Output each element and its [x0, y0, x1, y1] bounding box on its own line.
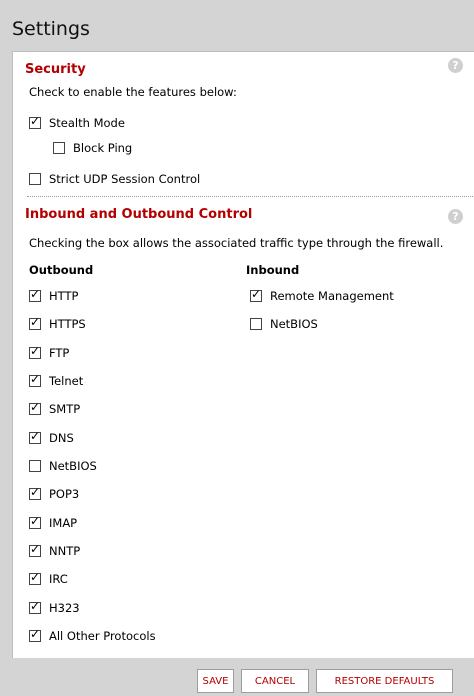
checkbox-box[interactable] — [29, 570, 41, 586]
checkbox-box[interactable] — [29, 599, 41, 614]
checkbox-box[interactable] — [29, 514, 41, 529]
page-title: Settings — [12, 18, 90, 40]
outbound-http-checkbox[interactable]: HTTP — [29, 287, 79, 303]
security-description: Check to enable the features below: — [29, 85, 237, 99]
checkbox-box[interactable] — [29, 287, 41, 302]
checkbox-label: Stealth Mode — [49, 116, 125, 130]
checkbox-label: Remote Management — [270, 289, 394, 303]
checkbox-label: Telnet — [49, 373, 84, 388]
outbound-all-other-protocols-checkbox[interactable]: All Other Protocols — [29, 627, 156, 643]
outbound-netbios-checkbox[interactable]: NetBIOS — [29, 459, 97, 473]
restore-defaults-button[interactable]: RESTORE DEFAULTS — [316, 669, 453, 693]
strict-udp-checkbox[interactable]: Strict UDP Session Control — [29, 172, 200, 186]
checkbox-label: NetBIOS — [49, 458, 97, 473]
outbound-h323-checkbox[interactable]: H323 — [29, 599, 80, 615]
checkbox-box[interactable] — [250, 287, 262, 302]
checkbox-label: H323 — [49, 600, 80, 615]
checkbox-label: IMAP — [49, 515, 78, 530]
security-section-title: Security — [25, 62, 86, 77]
checkbox-box[interactable] — [29, 344, 41, 359]
checkbox-box[interactable] — [29, 173, 41, 185]
save-button[interactable]: SAVE — [197, 669, 234, 693]
checkbox-box[interactable] — [29, 542, 41, 557]
checkbox-label: IRC — [49, 572, 68, 587]
checkbox-box[interactable] — [29, 459, 41, 472]
checkbox-box[interactable] — [29, 429, 41, 444]
checkbox-label: Strict UDP Session Control — [49, 172, 201, 186]
outbound-dns-checkbox[interactable]: DNS — [29, 429, 74, 445]
checkbox-box[interactable] — [250, 318, 262, 330]
outbound-irc-checkbox[interactable]: IRC — [29, 570, 68, 587]
checkbox-label: HTTP — [49, 289, 79, 303]
inbound-netbios-checkbox[interactable]: NetBIOS — [250, 317, 318, 331]
outbound-ftp-checkbox[interactable]: FTP — [29, 344, 70, 360]
checkbox-label: NNTP — [49, 543, 81, 558]
traffic-section-title: Inbound and Outbound Control — [25, 207, 253, 222]
checkbox-label: POP3 — [49, 487, 80, 502]
block-ping-checkbox[interactable]: Block Ping — [53, 141, 132, 155]
settings-panel: Security ? Check to enable the features … — [12, 51, 474, 658]
security-help-icon[interactable]: ? — [448, 58, 463, 73]
checkbox-label: SMTP — [49, 402, 81, 417]
checkbox-label: All Other Protocols — [49, 628, 156, 643]
outbound-smtp-checkbox[interactable]: SMTP — [29, 400, 81, 417]
outbound-imap-checkbox[interactable]: IMAP — [29, 514, 78, 530]
checkbox-box[interactable] — [29, 114, 41, 129]
checkbox-box[interactable] — [29, 627, 41, 642]
section-divider — [27, 196, 474, 197]
checkbox-box[interactable] — [29, 485, 41, 501]
outbound-heading: Outbound — [29, 263, 94, 277]
cancel-button[interactable]: CANCEL — [241, 669, 309, 693]
checkbox-label: NetBIOS — [270, 317, 318, 331]
traffic-help-icon[interactable]: ? — [448, 209, 463, 224]
checkbox-label: DNS — [49, 430, 74, 445]
outbound-pop3-checkbox[interactable]: POP3 — [29, 485, 80, 502]
outbound-telnet-checkbox[interactable]: Telnet — [29, 372, 84, 388]
traffic-description: Checking the box allows the associated t… — [29, 236, 444, 250]
outbound-nntp-checkbox[interactable]: NNTP — [29, 542, 81, 558]
checkbox-box[interactable] — [29, 315, 41, 331]
checkbox-box[interactable] — [29, 400, 41, 416]
checkbox-label: Block Ping — [73, 141, 133, 155]
checkbox-box[interactable] — [53, 142, 65, 154]
checkbox-label: HTTPS — [49, 317, 86, 332]
inbound-heading: Inbound — [246, 263, 300, 277]
stealth-mode-checkbox[interactable]: Stealth Mode — [29, 114, 125, 130]
checkbox-box[interactable] — [29, 372, 41, 387]
checkbox-label: FTP — [49, 345, 70, 360]
inbound-remote-management-checkbox[interactable]: Remote Management — [250, 287, 394, 303]
outbound-https-checkbox[interactable]: HTTPS — [29, 315, 86, 332]
